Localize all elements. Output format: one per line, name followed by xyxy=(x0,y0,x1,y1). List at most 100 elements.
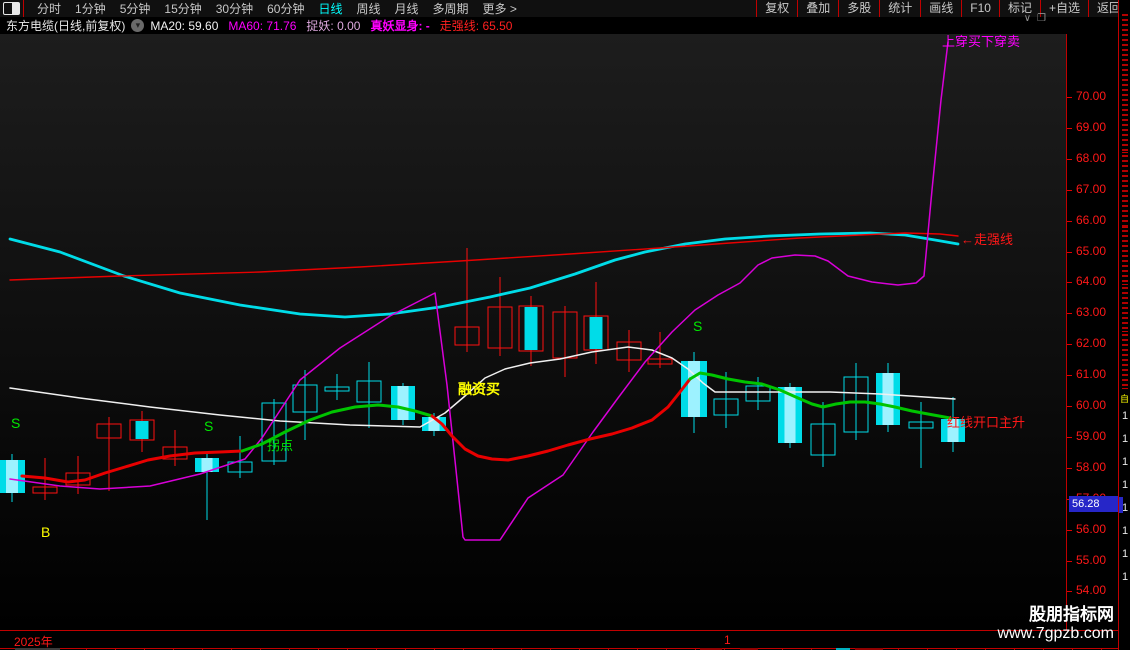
strip-item[interactable]: 1 xyxy=(1122,571,1128,583)
candle xyxy=(876,363,900,432)
panel-controls[interactable]: ∨❐ xyxy=(1024,13,1052,24)
y-tick-mark xyxy=(1067,220,1072,222)
price-marker-edge xyxy=(1119,497,1123,513)
strip-section xyxy=(1122,334,1128,389)
toolbar-right-item-F10[interactable]: F10 xyxy=(961,0,999,17)
candle xyxy=(616,330,642,372)
chevron-down-icon[interactable]: ▾ xyxy=(131,19,145,32)
candle xyxy=(518,296,544,366)
y-tick-mark xyxy=(1067,127,1072,129)
chart-label: S xyxy=(11,415,20,431)
toolbar-item-60分钟[interactable]: 60分钟 xyxy=(260,2,311,16)
zouqiang-value: 走强线: 65.50 xyxy=(439,19,513,33)
y-tick-mark xyxy=(1067,282,1072,284)
chart-label: 红线开口主升 xyxy=(947,415,1025,430)
candle xyxy=(681,352,707,433)
chart-label: 拐点 xyxy=(267,438,293,453)
strip-item[interactable]: 1 xyxy=(1122,525,1128,537)
chart-label: S xyxy=(693,318,702,334)
y-tick-label: 70.00 xyxy=(1076,89,1107,103)
watermark: 股朋指标网 www.7gpzb.com xyxy=(998,600,1115,643)
strip-item[interactable]: 1 xyxy=(1122,456,1128,468)
tools-menu: 复权 叠加 多股 统计 画线 F10 标记 +自选 返回 xyxy=(756,0,1130,17)
candle xyxy=(96,417,122,491)
y-tick-mark xyxy=(1067,406,1072,407)
period-menu: 分时 1分钟 5分钟 15分钟 30分钟 60分钟 日线 周线 月线 多周期 更多 > xyxy=(30,0,524,17)
current-price-badge: 56.28 xyxy=(1069,496,1119,512)
strip-section xyxy=(1122,230,1128,285)
y-tick-label: 56.00 xyxy=(1076,521,1107,536)
toolbar-item-多周期[interactable]: 多周期 xyxy=(426,2,476,16)
y-tick-mark xyxy=(1067,529,1072,531)
strip-item[interactable]: 1 xyxy=(1122,479,1128,491)
strip-section xyxy=(1122,14,1128,153)
trading-app: 分时 1分钟 5分钟 15分钟 30分钟 60分钟 日线 周线 月线 多周期 更多 > 复权 叠加 多股… xyxy=(0,0,1130,650)
y-tick-mark xyxy=(1067,344,1072,346)
chart-canvas[interactable]: S S S B 拐点 融资买 ←走强线红线开口主升 上穿买下穿卖 xyxy=(0,34,1066,630)
toolbar-right-item-多股[interactable]: 多股 xyxy=(838,0,879,17)
y-tick-label: 63.00 xyxy=(1076,305,1107,320)
y-tick-label: 67.00 xyxy=(1076,181,1107,196)
toolbar-right-item-复权[interactable]: 复权 xyxy=(756,0,797,17)
divider xyxy=(23,0,24,17)
toolbar-item-日线[interactable]: 日线 xyxy=(311,2,349,16)
toolbar-item-周线[interactable]: 周线 xyxy=(349,2,387,16)
zhuoyao-value: 捉妖: 0.00 xyxy=(306,19,361,33)
y-tick-label: 65.00 xyxy=(1076,243,1107,258)
ma60-value: MA60: 71.76 xyxy=(228,18,297,33)
line-yao-magenta xyxy=(9,41,949,541)
candle xyxy=(292,370,318,440)
candle xyxy=(487,277,513,356)
y-tick-label: 64.00 xyxy=(1076,274,1107,289)
layout-window-icon: ❐ xyxy=(1037,13,1052,24)
toolbar-item-5分钟[interactable]: 5分钟 xyxy=(113,2,158,16)
y-tick-mark xyxy=(1067,591,1072,593)
toolbar-item-30分钟[interactable]: 30分钟 xyxy=(209,2,260,16)
y-tick-label: 55.00 xyxy=(1076,552,1107,567)
strip-section xyxy=(1122,287,1128,332)
ma20-value: MA20: 59.60 xyxy=(150,18,219,33)
candle xyxy=(356,362,382,428)
candlestick-chart[interactable]: S S S B 拐点 融资买 ←走强线 红线开口主升 上穿买下穿卖 xyxy=(0,34,1066,630)
y-tick-mark xyxy=(1067,158,1072,160)
right-sidebar-strip[interactable]: 自 11111111 xyxy=(1118,0,1130,650)
month-label: 1 xyxy=(724,633,731,647)
chart-label: B xyxy=(41,524,50,540)
chart-label: S xyxy=(204,418,213,434)
toolbar-item-月线[interactable]: 月线 xyxy=(388,2,426,16)
toolbar-right-item-叠加[interactable]: 叠加 xyxy=(797,0,838,17)
toolbar-right-item-画线[interactable]: 画线 xyxy=(920,0,961,17)
chart-label: ←走强线 xyxy=(961,232,1013,247)
y-tick-label: 58.00 xyxy=(1076,459,1107,474)
candle xyxy=(0,454,25,502)
candle xyxy=(129,411,155,452)
collapse-chevron-icon: ∨ xyxy=(1023,13,1038,24)
strip-item[interactable]: 1 xyxy=(1122,433,1128,445)
toolbar-item-15分钟[interactable]: 15分钟 xyxy=(157,2,208,16)
toolbar-item-分时[interactable]: 分时 xyxy=(30,2,68,16)
time-axis: 2025年 1 xyxy=(0,630,1118,649)
candle xyxy=(227,436,253,478)
candle xyxy=(810,402,836,467)
indicator-bar: 东方电缆(日线,前复权) ▾ MA20: 59.60 MA60: 71.76 捉… xyxy=(0,17,1130,34)
candle xyxy=(391,383,415,425)
y-tick-label: 62.00 xyxy=(1076,336,1107,351)
top-toolbar: 分时 1分钟 5分钟 15分钟 30分钟 60分钟 日线 周线 月线 多周期 更多 > 复权 叠加 多股… xyxy=(0,0,1130,17)
strip-item[interactable]: 1 xyxy=(1122,410,1128,422)
zhenyao-value: 真妖显身: - xyxy=(370,19,430,33)
watermark-site-name: 股朋指标网 xyxy=(1029,605,1114,624)
chart-label: 上穿买下穿卖 xyxy=(942,34,1020,49)
toolbar-item-1分钟[interactable]: 1分钟 xyxy=(68,2,113,16)
y-tick-mark xyxy=(1067,467,1072,469)
y-tick-mark xyxy=(1067,97,1072,98)
strip-section xyxy=(1122,155,1128,228)
y-tick-mark xyxy=(1067,375,1072,377)
y-tick-label: 61.00 xyxy=(1076,367,1107,382)
y-tick-mark xyxy=(1067,436,1072,438)
toolbar-right-item-统计[interactable]: 统计 xyxy=(879,0,920,17)
window-toggle-icon[interactable] xyxy=(3,2,20,15)
strip-highlight-item[interactable]: 自 xyxy=(1120,392,1129,405)
candle xyxy=(552,306,578,377)
strip-item[interactable]: 1 xyxy=(1122,548,1128,560)
toolbar-item-更多 >[interactable]: 更多 > xyxy=(476,2,524,16)
